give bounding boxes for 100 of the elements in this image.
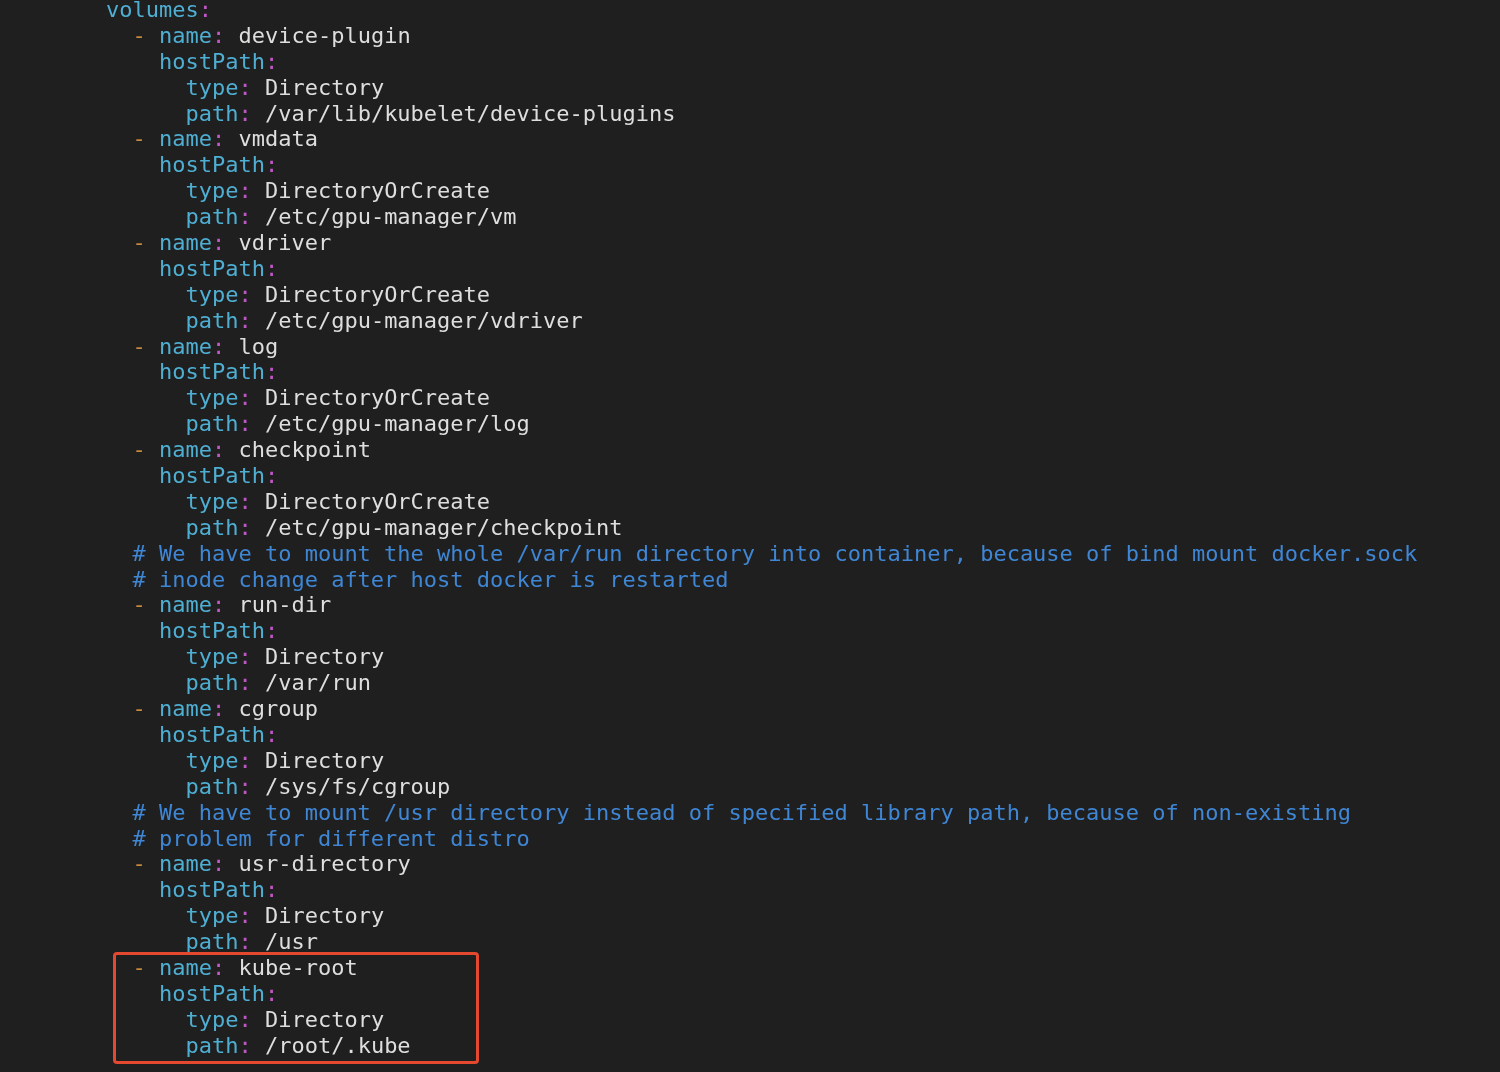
yaml-key: type [185, 74, 239, 100]
colon: : [211, 851, 226, 877]
colon: : [238, 670, 252, 696]
colon: : [264, 255, 279, 281]
code-comment: # We have to mount the whole /var/run directory into container, because of bind mount docker.sock [132, 540, 1418, 566]
yaml-value: Directory [264, 1006, 385, 1032]
yaml-key: path [185, 1032, 239, 1058]
yaml-value: /etc/gpu-manager/vdriver [264, 307, 583, 333]
colon: : [211, 954, 226, 980]
yaml-value: Directory [264, 74, 385, 100]
colon: : [238, 204, 252, 230]
yaml-key: name [158, 22, 212, 48]
colon: : [211, 696, 226, 722]
yaml-key: hostPath [158, 618, 265, 644]
code-comment: # We have to mount /usr directory instead of specified library path, because of non-existing [132, 799, 1351, 825]
yaml-key: name [158, 696, 212, 722]
colon: : [264, 48, 279, 74]
yaml-key: path [185, 204, 239, 230]
yaml-value: Directory [264, 644, 385, 670]
yaml-key: hostPath [158, 721, 265, 747]
colon: : [264, 463, 279, 489]
yaml-value: /var/run [264, 670, 371, 696]
list-dash: - [132, 22, 146, 48]
list-dash: - [132, 592, 146, 618]
yaml-key: type [185, 178, 239, 204]
colon: : [238, 929, 252, 955]
colon: : [238, 1006, 252, 1032]
colon: : [238, 644, 252, 670]
colon: : [264, 980, 279, 1006]
yaml-key: name [158, 954, 212, 980]
yaml-value: log [238, 333, 279, 359]
yaml-key: name [158, 230, 212, 255]
list-dash: - [132, 696, 146, 722]
list-dash: - [132, 333, 146, 359]
yaml-key: path [185, 411, 239, 437]
list-dash: - [132, 954, 146, 980]
colon: : [238, 488, 252, 514]
colon: : [198, 0, 212, 22]
yaml-key: type [185, 903, 239, 929]
yaml-value: /var/lib/kubelet/device-plugins [264, 100, 676, 126]
yaml-value: /sys/fs/cgroup [264, 773, 451, 799]
colon: : [238, 281, 252, 307]
yaml-value: device-plugin [238, 22, 411, 48]
colon: : [238, 100, 252, 126]
yaml-key: type [185, 281, 239, 307]
yaml-key: path [185, 929, 239, 955]
yaml-value: run-dir [238, 592, 332, 618]
list-dash: - [132, 437, 146, 463]
colon: : [238, 385, 252, 411]
yaml-value: vmdata [238, 126, 318, 152]
colon: : [264, 359, 279, 385]
yaml-key: hostPath [158, 48, 265, 74]
colon: : [264, 618, 279, 644]
code-comment: # problem for different distro [132, 825, 530, 851]
colon: : [238, 747, 252, 773]
yaml-value: /usr [264, 929, 318, 955]
code-comment: # inode change after host docker is restarted [132, 566, 729, 592]
colon: : [211, 230, 226, 255]
yaml-value: /etc/gpu-manager/vm [264, 204, 517, 230]
yaml-key: type [185, 488, 239, 514]
yaml-key: hostPath [158, 152, 265, 178]
yaml-value: kube-root [238, 954, 358, 980]
colon: : [238, 411, 252, 437]
colon: : [264, 152, 279, 178]
colon: : [238, 74, 252, 100]
yaml-value: checkpoint [238, 437, 371, 463]
list-dash: - [132, 230, 146, 255]
yaml-key: hostPath [158, 359, 265, 385]
yaml-key: type [185, 644, 239, 670]
yaml-key: name [158, 437, 212, 463]
yaml-key: type [185, 1006, 239, 1032]
yaml-key: hostPath [158, 463, 265, 489]
colon: : [264, 721, 279, 747]
yaml-value: Directory [264, 747, 385, 773]
colon: : [211, 592, 226, 618]
yaml-key: hostPath [158, 255, 265, 281]
yaml-key: path [185, 773, 239, 799]
colon: : [211, 126, 226, 152]
yaml-value: DirectoryOrCreate [264, 488, 491, 514]
yaml-value: cgroup [238, 696, 318, 722]
yaml-key: hostPath [158, 980, 265, 1006]
colon: : [238, 903, 252, 929]
yaml-value: /etc/gpu-manager/log [264, 411, 530, 437]
yaml-key: name [158, 333, 212, 359]
yaml-value: DirectoryOrCreate [264, 281, 491, 307]
yaml-key: name [158, 592, 212, 618]
yaml-key: path [185, 100, 239, 126]
yaml-key: volumes [105, 0, 199, 22]
colon: : [238, 1032, 252, 1058]
yaml-value: usr-directory [238, 851, 411, 877]
yaml-key: path [185, 307, 239, 333]
colon: : [264, 877, 279, 903]
yaml-key: path [185, 514, 239, 540]
list-dash: - [132, 851, 146, 877]
yaml-key: type [185, 747, 239, 773]
colon: : [238, 514, 252, 540]
colon: : [238, 178, 252, 204]
yaml-value: DirectoryOrCreate [264, 178, 491, 204]
yaml-value: Directory [264, 903, 385, 929]
yaml-key: name [158, 126, 212, 152]
